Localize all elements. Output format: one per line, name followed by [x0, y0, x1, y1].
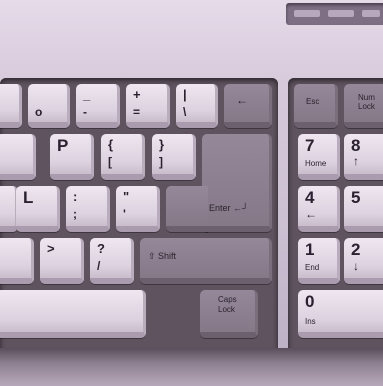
key-esc[interactable]: Esc — [294, 84, 338, 128]
key-semicolon[interactable]: : ; — [66, 186, 110, 232]
key-minus[interactable]: _ - — [76, 84, 120, 128]
key-numpad-4[interactable]: 4 ← — [298, 186, 340, 232]
key-minus-lower-legend: - — [83, 105, 87, 119]
key-numpad-8-legend: 8 — [351, 136, 361, 155]
backspace-arrow-icon: ← — [236, 93, 248, 107]
key-enter-legend: Enter ←┘ — [209, 203, 249, 213]
key-numpad-0-legend: 0 — [305, 292, 315, 311]
key-caps-lock-legend-line1: Caps — [218, 295, 237, 304]
key-quote[interactable]: " ' — [116, 186, 160, 232]
key-spacebar[interactable] — [0, 290, 146, 338]
key-numpad-7-sub-legend: Home — [305, 159, 327, 168]
key-equals-upper-legend: + — [133, 87, 141, 102]
indicator-led — [294, 10, 320, 17]
key-close-bracket-lower-legend: ] — [159, 155, 163, 169]
key-open-bracket-lower-legend: [ — [108, 155, 112, 169]
indicator-led-panel — [286, 3, 383, 25]
key-0[interactable]: o — [28, 84, 70, 128]
key-numpad-1-sub-legend: End — [305, 263, 320, 272]
key-numpad-0[interactable]: 0 Ins — [298, 290, 383, 338]
key-period[interactable]: > — [40, 238, 84, 284]
key-esc-legend: Esc — [306, 97, 320, 106]
down-arrow-icon: ↓ — [353, 259, 359, 273]
key-minus-upper-legend: _ — [83, 87, 91, 102]
key-semicolon-lower-legend: ; — [73, 207, 77, 221]
key-open-bracket-upper-legend: { — [108, 137, 114, 152]
key-numpad-8[interactable]: 8 ↑ — [344, 134, 383, 180]
key-numpad-0-sub-legend: Ins — [305, 317, 316, 326]
key-numpad-4-legend: 4 — [305, 188, 315, 207]
key-caps-lock-legend-line2: Lock — [218, 305, 235, 314]
key-shift-legend: ⇧ Shift — [148, 251, 177, 261]
key-numpad-7[interactable]: 7 Home — [298, 134, 340, 180]
key-partial-left-row4[interactable] — [0, 238, 34, 284]
key-quote-upper-legend: " — [123, 189, 130, 204]
key-open-bracket[interactable]: { [ — [101, 134, 145, 180]
key-partial-left-row2[interactable] — [0, 134, 36, 180]
key-l[interactable]: L — [16, 186, 60, 232]
key-backspace[interactable]: ← — [224, 84, 272, 128]
indicator-led — [362, 10, 380, 17]
key-enter[interactable]: Enter ←┘ — [202, 134, 272, 232]
key-close-bracket-upper-legend: } — [159, 137, 165, 152]
key-equals[interactable]: + = — [126, 84, 170, 128]
left-arrow-icon: ← — [305, 207, 317, 221]
key-numpad-5[interactable]: 5 — [344, 186, 383, 232]
key-numpad-7-legend: 7 — [305, 136, 315, 155]
key-slash-lower-legend: / — [97, 259, 101, 273]
key-backslash-lower-legend: \ — [183, 105, 187, 119]
key-backslash[interactable]: | \ — [176, 84, 218, 128]
keyboard-bottom-bezel — [0, 348, 383, 386]
indicator-led — [328, 10, 354, 17]
key-close-bracket[interactable]: } ] — [152, 134, 196, 180]
key-quote-lower-legend: ' — [123, 207, 126, 221]
key-p-legend: P — [57, 136, 69, 155]
key-period-upper-legend: > — [47, 241, 55, 256]
key-num-lock-legend-line2: Lock — [358, 102, 375, 111]
key-caps-lock[interactable]: Caps Lock — [200, 290, 258, 338]
key-p[interactable]: P — [50, 134, 94, 180]
key-partial-left-row1[interactable] — [0, 84, 22, 128]
keyboard-photo: o _ - + = | \ ← P { [ } ] Enter ←┘ L : ; — [0, 0, 383, 386]
key-semicolon-upper-legend: : — [73, 189, 78, 204]
key-backslash-upper-legend: | — [183, 87, 187, 102]
key-numpad-1[interactable]: 1 End — [298, 238, 340, 284]
key-num-lock-legend-line1: Num — [358, 93, 375, 102]
key-slash-upper-legend: ? — [97, 241, 105, 256]
key-enter-lower-left[interactable] — [166, 186, 208, 232]
key-numpad-2-legend: 2 — [351, 240, 361, 259]
key-numpad-2[interactable]: 2 ↓ — [344, 238, 383, 284]
key-slash[interactable]: ? / — [90, 238, 134, 284]
key-equals-lower-legend: = — [133, 105, 141, 119]
key-numpad-1-legend: 1 — [305, 240, 315, 259]
key-num-lock[interactable]: Num Lock — [344, 84, 383, 128]
key-l-legend: L — [23, 188, 34, 207]
key-numpad-5-legend: 5 — [351, 188, 361, 207]
key-right-shift[interactable]: ⇧ Shift — [140, 238, 272, 284]
up-arrow-icon: ↑ — [353, 154, 359, 168]
key-0-legend: o — [35, 105, 43, 119]
